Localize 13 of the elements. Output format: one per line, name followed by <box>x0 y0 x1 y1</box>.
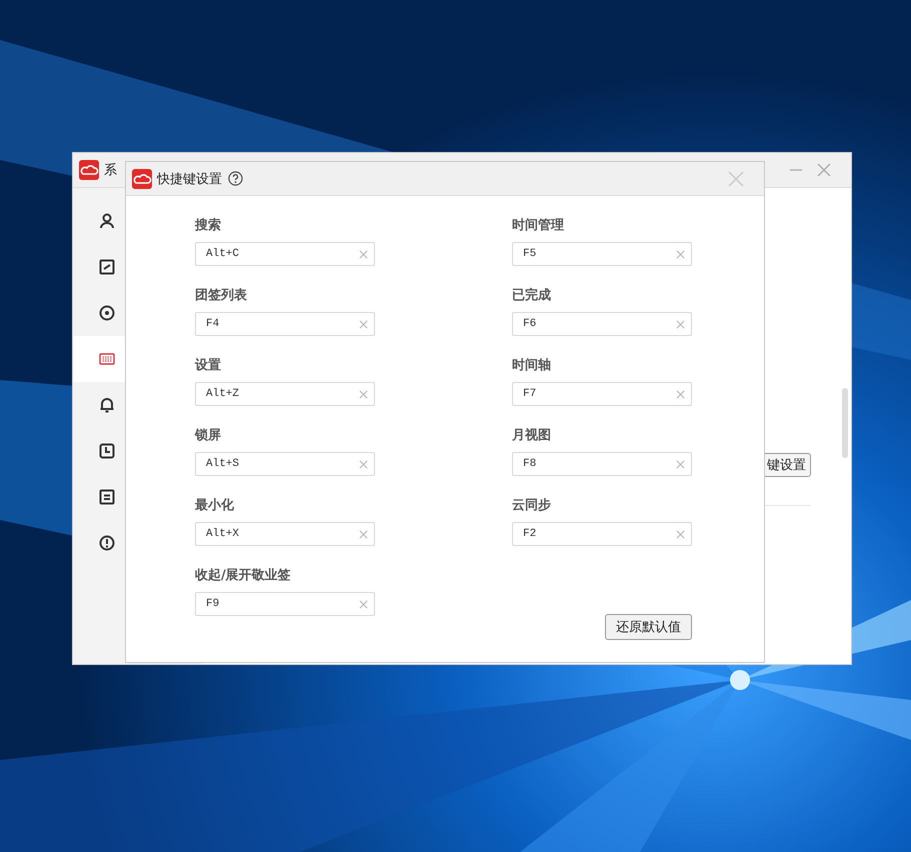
shortcut-label: 时间管理 <box>512 218 565 234</box>
shortcut-label: 搜索 <box>195 218 222 234</box>
shortcut-label: 月视图 <box>512 428 552 444</box>
shortcut-label: 锁屏 <box>195 428 222 444</box>
shortcut-label: 时间轴 <box>512 358 552 374</box>
shortcut-label: 收起/展开敬业签 <box>195 568 292 584</box>
shortcut-label: 云同步 <box>512 498 552 514</box>
shortcut-label: 已完成 <box>512 288 552 304</box>
shortcut-label: 设置 <box>195 358 222 374</box>
shortcut-label: 团签列表 <box>195 288 248 304</box>
window-title: 系 <box>104 162 117 179</box>
dialog-title: 快捷键设置 <box>157 170 222 188</box>
shortcut-label: 最小化 <box>195 498 235 514</box>
